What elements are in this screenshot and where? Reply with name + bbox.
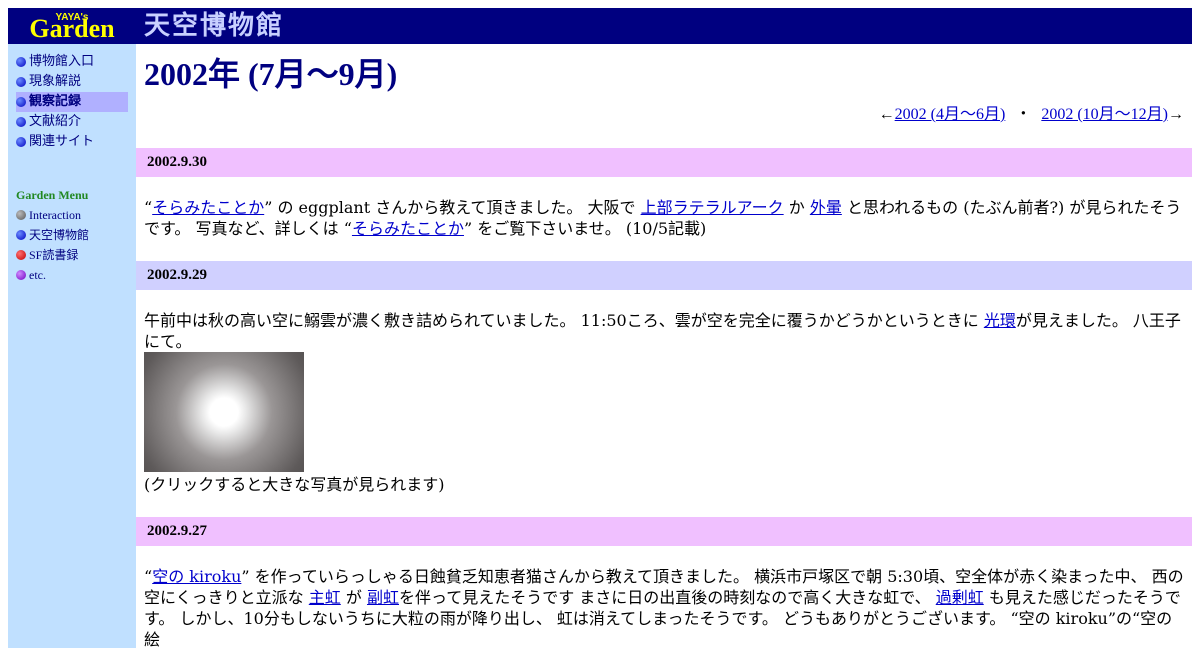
nav-item-entrance[interactable]: 博物館入口 <box>16 52 128 72</box>
entry-text: “そらみたことか” の eggplant さんから教えて頂きました。 大阪で 上… <box>144 197 1184 239</box>
museum-nav: 博物館入口 現象解説 観察記録 文献紹介 関連サイト <box>8 44 136 152</box>
entry-text: 午前中は秋の高い空に鰯雲が濃く敷き詰められていました。 11:50ころ、雲が空を… <box>144 310 1184 352</box>
nav-item-label: 観察記録 <box>29 94 82 109</box>
page-frame: YAYA's Garden 博物館入口 現象解説 観察記録 文献紹介 関連サイト… <box>8 8 1192 650</box>
logo-big-text: Garden <box>29 14 115 43</box>
text-fragment: “ <box>144 567 153 586</box>
text-fragment: を伴って見えたそうです まさに日の出直後の時刻なので高く大きな虹で、 <box>399 588 936 607</box>
supernumerary-rainbow-link[interactable]: 過剰虹 <box>936 588 984 607</box>
next-arrow: → <box>1168 106 1184 123</box>
garden-logo[interactable]: YAYA's Garden <box>8 8 136 44</box>
garden-menu-item-interaction[interactable]: Interaction <box>16 205 128 225</box>
garden-menu-label: Interaction <box>29 208 81 222</box>
entry-body: 午前中は秋の高い空に鰯雲が濃く敷き詰められていました。 11:50ころ、雲が空を… <box>136 310 1192 495</box>
blue-dot-icon <box>16 117 26 127</box>
entry-date: 2002.9.29 <box>136 261 1192 290</box>
nav-item-literature[interactable]: 文献紹介 <box>16 112 128 132</box>
nav-item-label: 現象解説 <box>29 74 82 89</box>
text-fragment: が <box>340 588 367 607</box>
soramitakotoka-link[interactable]: そらみたことか <box>352 219 464 238</box>
primary-rainbow-link[interactable]: 主虹 <box>309 588 341 607</box>
prev-period-link[interactable]: 2002 (4月～6月) <box>895 106 1006 123</box>
secondary-rainbow-link[interactable]: 副虹 <box>367 588 399 607</box>
entry-date: 2002.9.27 <box>136 517 1192 546</box>
red-dot-icon <box>16 250 26 260</box>
blue-dot-icon <box>16 137 26 147</box>
text-fragment: 午前中は秋の高い空に鰯雲が濃く敷き詰められていました。 11:50ころ、雲が空を… <box>144 311 984 330</box>
halo-link[interactable]: 外暈 <box>810 198 842 217</box>
gray-dot-icon <box>16 210 26 220</box>
garden-menu-title: Garden Menu <box>16 188 89 202</box>
prev-arrow: ← <box>878 106 895 123</box>
garden-menu-label: 天空博物館 <box>29 228 90 242</box>
blue-dot-icon <box>16 57 26 67</box>
next-period-link[interactable]: 2002 (10月～12月) <box>1041 106 1168 123</box>
nav-item-label: 博物館入口 <box>29 54 95 69</box>
text-fragment: “ <box>144 198 153 217</box>
garden-menu: Interaction 天空博物館 SF読書録 etc. <box>8 205 136 285</box>
sidebar: YAYA's Garden 博物館入口 現象解説 観察記録 文献紹介 関連サイト… <box>8 8 136 648</box>
main-content: 天空博物館 2002年 (7月～9月) ←2002 (4月～6月) ・ 2002… <box>136 8 1192 650</box>
period-pager: ←2002 (4月～6月) ・ 2002 (10月～12月)→ <box>136 106 1184 124</box>
text-fragment: ” の eggplant さんから教えて頂きました。 大阪で <box>264 198 641 217</box>
garden-menu-item-sf-books[interactable]: SF読書録 <box>16 245 128 265</box>
nav-item-label: 文献紹介 <box>29 114 82 129</box>
purple-dot-icon <box>16 270 26 280</box>
blue-dot-icon <box>16 230 26 240</box>
museum-banner: 天空博物館 <box>136 8 1192 44</box>
nav-item-observations[interactable]: 観察記録 <box>16 92 128 112</box>
entry-body: “そらみたことか” の eggplant さんから教えて頂きました。 大阪で 上… <box>136 197 1192 239</box>
garden-menu-label: etc. <box>29 268 46 282</box>
blue-dot-icon <box>16 77 26 87</box>
nav-item-phenomena[interactable]: 現象解説 <box>16 72 128 92</box>
entry-date: 2002.9.30 <box>136 148 1192 177</box>
nav-item-label: 関連サイト <box>29 134 95 149</box>
text-fragment: ” をご覧下さいませ。 (10/5記載) <box>463 219 707 238</box>
garden-menu-label: SF読書録 <box>29 248 79 262</box>
entry-text: “空の kiroku” を作っていらっしゃる日蝕貧乏知恵者猫さんから教えて頂きま… <box>144 566 1184 650</box>
soramitakotoka-link[interactable]: そらみたことか <box>152 198 264 217</box>
page-title: 2002年 (7月～9月) <box>144 56 398 92</box>
sora-no-kiroku-link[interactable]: 空の kiroku <box>152 567 241 586</box>
blue-dot-icon <box>16 97 26 107</box>
corona-photo[interactable] <box>144 352 304 472</box>
corona-link[interactable]: 光環 <box>984 311 1016 330</box>
entry-body: “空の kiroku” を作っていらっしゃる日蝕貧乏知恵者猫さんから教えて頂きま… <box>136 566 1192 650</box>
garden-menu-item-etc[interactable]: etc. <box>16 265 128 285</box>
nav-item-related-sites[interactable]: 関連サイト <box>16 132 128 152</box>
upper-lateral-arc-link[interactable]: 上部ラテラルアーク <box>641 198 784 217</box>
text-fragment: か <box>783 198 810 217</box>
garden-menu-item-museum[interactable]: 天空博物館 <box>16 225 128 245</box>
pager-separator: ・ <box>1015 106 1032 123</box>
photo-caption: (クリックすると大きな写真が見られます) <box>144 475 445 494</box>
